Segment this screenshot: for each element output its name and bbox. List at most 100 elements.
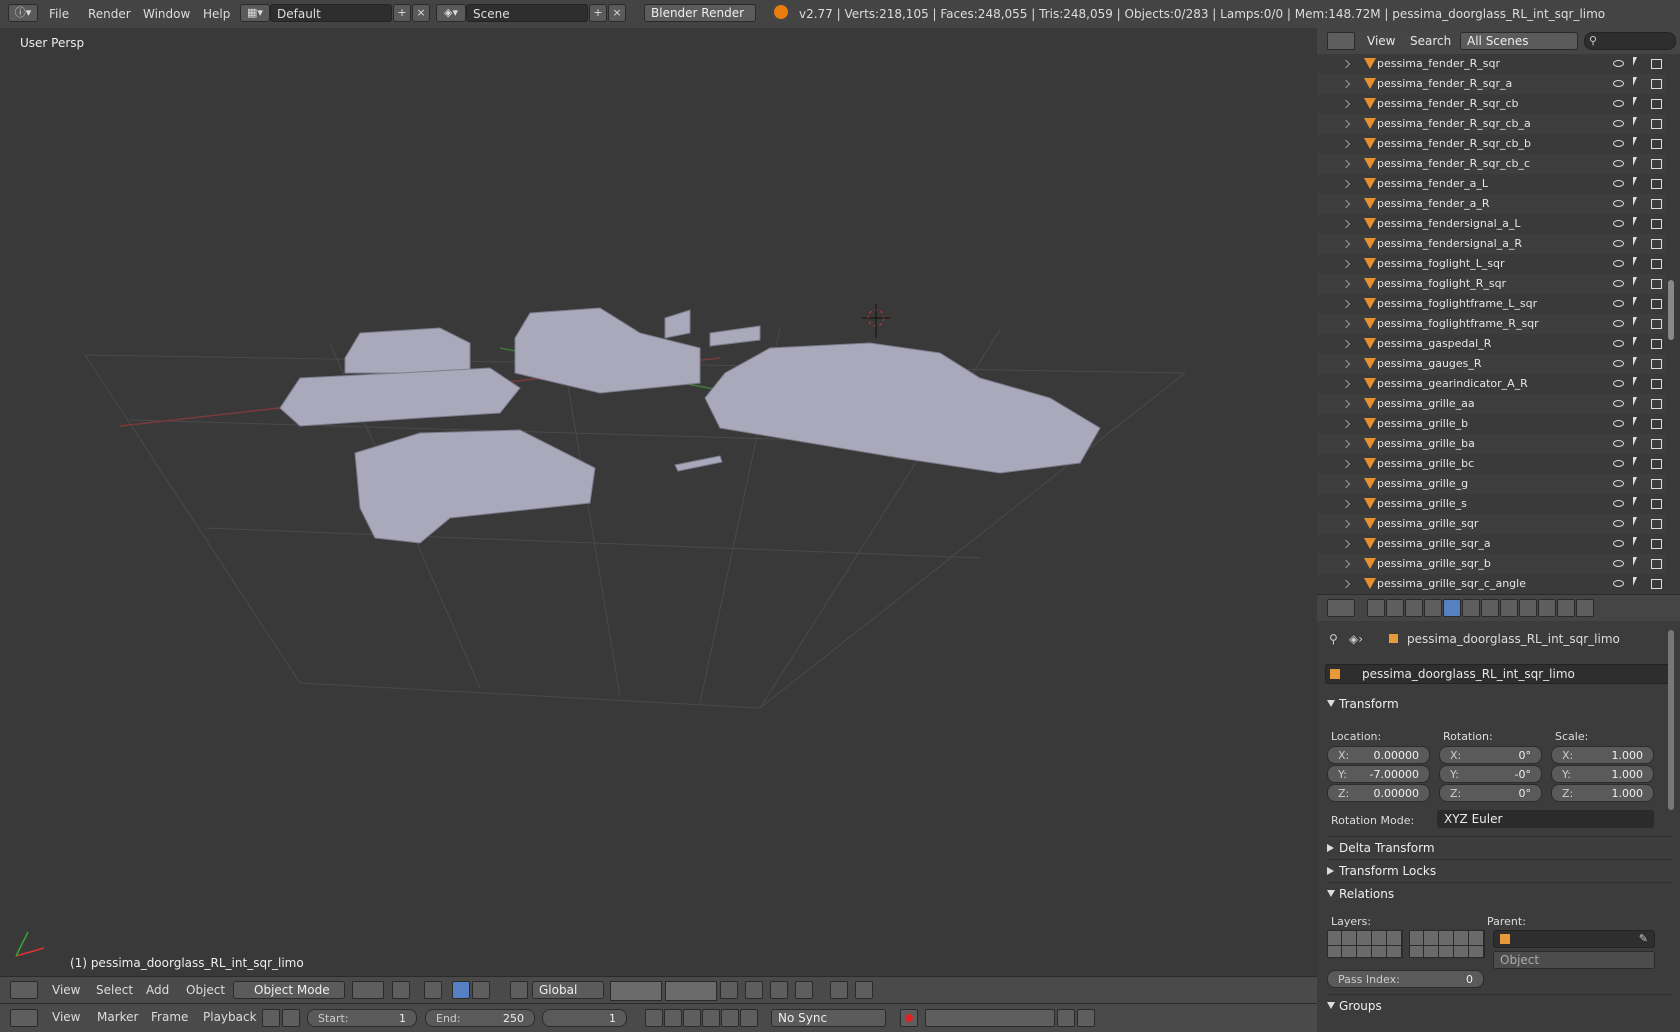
expand-arrow-icon[interactable] [1341, 139, 1351, 149]
visibility-eye-icon[interactable] [1613, 560, 1624, 567]
visibility-eye-icon[interactable] [1613, 580, 1624, 587]
expand-arrow-icon[interactable] [1341, 59, 1351, 69]
selectability-cursor-icon[interactable] [1633, 157, 1637, 166]
translate-manipulator-icon[interactable] [452, 981, 470, 999]
expand-arrow-icon[interactable] [1341, 179, 1351, 189]
visibility-eye-icon[interactable] [1613, 520, 1624, 527]
selectability-cursor-icon[interactable] [1633, 57, 1637, 66]
render-camera-icon[interactable] [1651, 459, 1662, 469]
timeline-editor-type-icon[interactable] [10, 1009, 38, 1027]
manipulator-icon[interactable] [424, 981, 442, 999]
remove-layout-icon[interactable]: × [412, 4, 430, 22]
outliner-scrollbar[interactable] [1668, 280, 1674, 340]
delta-transform-panel-header[interactable]: Delta Transform [1327, 839, 1672, 861]
outliner-row[interactable]: pessima_grille_aa [1317, 394, 1667, 414]
expand-arrow-icon[interactable] [1341, 299, 1351, 309]
delete-keyframe-icon[interactable] [1077, 1009, 1095, 1027]
data-tab-icon[interactable] [1500, 599, 1518, 617]
outliner-row[interactable]: pessima_fender_R_sqr_cb [1317, 94, 1667, 114]
scene-icon[interactable]: ◈▾ [436, 4, 466, 22]
selectability-cursor-icon[interactable] [1633, 537, 1637, 546]
object-tab-icon[interactable] [1443, 599, 1461, 617]
menu-help[interactable]: Help [203, 7, 230, 21]
render-animation-icon[interactable] [855, 981, 873, 999]
next-keyframe-icon[interactable] [721, 1009, 739, 1027]
mode-dropdown[interactable]: Object Mode [233, 981, 345, 999]
record-icon[interactable] [900, 1009, 918, 1027]
outliner-row[interactable]: pessima_fender_a_R [1317, 194, 1667, 214]
render-camera-icon[interactable] [1651, 219, 1662, 229]
visibility-eye-icon[interactable] [1613, 220, 1624, 227]
editor-type-icon[interactable] [10, 981, 38, 999]
visibility-eye-icon[interactable] [1613, 160, 1624, 167]
selectability-cursor-icon[interactable] [1633, 517, 1637, 526]
visibility-eye-icon[interactable] [1613, 380, 1624, 387]
rotation-x-field[interactable]: X: 0° [1439, 746, 1542, 764]
pin-icon[interactable]: ⚲ [1329, 632, 1338, 646]
render-camera-icon[interactable] [1651, 119, 1662, 129]
add-scene-icon[interactable]: + [589, 4, 607, 22]
keying-set-field[interactable] [925, 1009, 1055, 1027]
material-tab-icon[interactable] [1519, 599, 1537, 617]
visibility-eye-icon[interactable] [1613, 280, 1624, 287]
add-layout-icon[interactable]: + [393, 4, 411, 22]
outliner-menu-view[interactable]: View [1367, 34, 1395, 48]
scene-layers-grid-2[interactable] [665, 981, 717, 1001]
outliner-row[interactable]: pessima_fender_R_sqr [1317, 54, 1667, 74]
selectability-cursor-icon[interactable] [1633, 317, 1637, 326]
outliner-row[interactable]: pessima_gauges_R [1317, 354, 1667, 374]
expand-arrow-icon[interactable] [1341, 439, 1351, 449]
render-camera-icon[interactable] [1651, 359, 1662, 369]
scale-x-field[interactable]: X: 1.000 [1551, 746, 1654, 764]
groups-panel-header[interactable]: Groups [1327, 997, 1672, 1019]
eyedropper-icon[interactable]: ✎ [1639, 932, 1648, 945]
expand-arrow-icon[interactable] [1341, 199, 1351, 209]
properties-context-tabs[interactable] [1367, 599, 1597, 617]
visibility-eye-icon[interactable] [1613, 60, 1624, 67]
selectability-cursor-icon[interactable] [1633, 297, 1637, 306]
render-camera-icon[interactable] [1651, 519, 1662, 529]
render-camera-icon[interactable] [1651, 199, 1662, 209]
expand-arrow-icon[interactable] [1341, 79, 1351, 89]
visibility-eye-icon[interactable] [1613, 460, 1624, 467]
expand-arrow-icon[interactable] [1341, 319, 1351, 329]
selectability-cursor-icon[interactable] [1633, 577, 1637, 586]
outliner-row[interactable]: pessima_grille_b [1317, 414, 1667, 434]
visibility-eye-icon[interactable] [1613, 400, 1624, 407]
outliner-row[interactable]: pessima_grille_bc [1317, 454, 1667, 474]
rotation-y-field[interactable]: Y: -0° [1439, 765, 1542, 783]
object-layers-grid-2[interactable] [1409, 930, 1485, 958]
pass-index-field[interactable]: Pass Index: 0 [1327, 970, 1484, 988]
expand-arrow-icon[interactable] [1341, 479, 1351, 489]
outliner-row[interactable]: pessima_foglightframe_L_sqr [1317, 294, 1667, 314]
selectability-cursor-icon[interactable] [1633, 337, 1637, 346]
scale-manipulator-icon[interactable] [510, 981, 528, 999]
scene-field[interactable]: Scene [466, 4, 588, 22]
info-editor-type-button[interactable]: ⓘ▾ [8, 4, 38, 22]
viewport-shading-icon[interactable] [352, 981, 384, 999]
visibility-eye-icon[interactable] [1613, 500, 1624, 507]
expand-arrow-icon[interactable] [1341, 559, 1351, 569]
visibility-eye-icon[interactable] [1613, 140, 1624, 147]
render-layers-tab-icon[interactable] [1386, 599, 1404, 617]
selectability-cursor-icon[interactable] [1633, 397, 1637, 406]
selectability-cursor-icon[interactable] [1633, 177, 1637, 186]
visibility-eye-icon[interactable] [1613, 480, 1624, 487]
outliner-row[interactable]: pessima_fendersignal_a_L [1317, 214, 1667, 234]
remove-scene-icon[interactable]: × [608, 4, 626, 22]
outliner-row[interactable]: pessima_fender_R_sqr_cb_c [1317, 154, 1667, 174]
outliner-row[interactable]: pessima_foglight_R_sqr [1317, 274, 1667, 294]
expand-arrow-icon[interactable] [1341, 259, 1351, 269]
render-camera-icon[interactable] [1651, 99, 1662, 109]
selectability-cursor-icon[interactable] [1633, 457, 1637, 466]
outliner-row[interactable]: pessima_foglight_L_sqr [1317, 254, 1667, 274]
selectability-cursor-icon[interactable] [1633, 477, 1637, 486]
rotation-z-field[interactable]: Z: 0° [1439, 784, 1542, 802]
outliner-row[interactable]: pessima_fender_R_sqr_cb_b [1317, 134, 1667, 154]
outliner-row[interactable]: pessima_grille_s [1317, 494, 1667, 514]
render-camera-icon[interactable] [1651, 479, 1662, 489]
selectability-cursor-icon[interactable] [1633, 277, 1637, 286]
parent-field[interactable]: ✎ [1493, 930, 1655, 948]
render-camera-icon[interactable] [1651, 339, 1662, 349]
start-frame-field[interactable]: Start: 1 [307, 1009, 417, 1027]
